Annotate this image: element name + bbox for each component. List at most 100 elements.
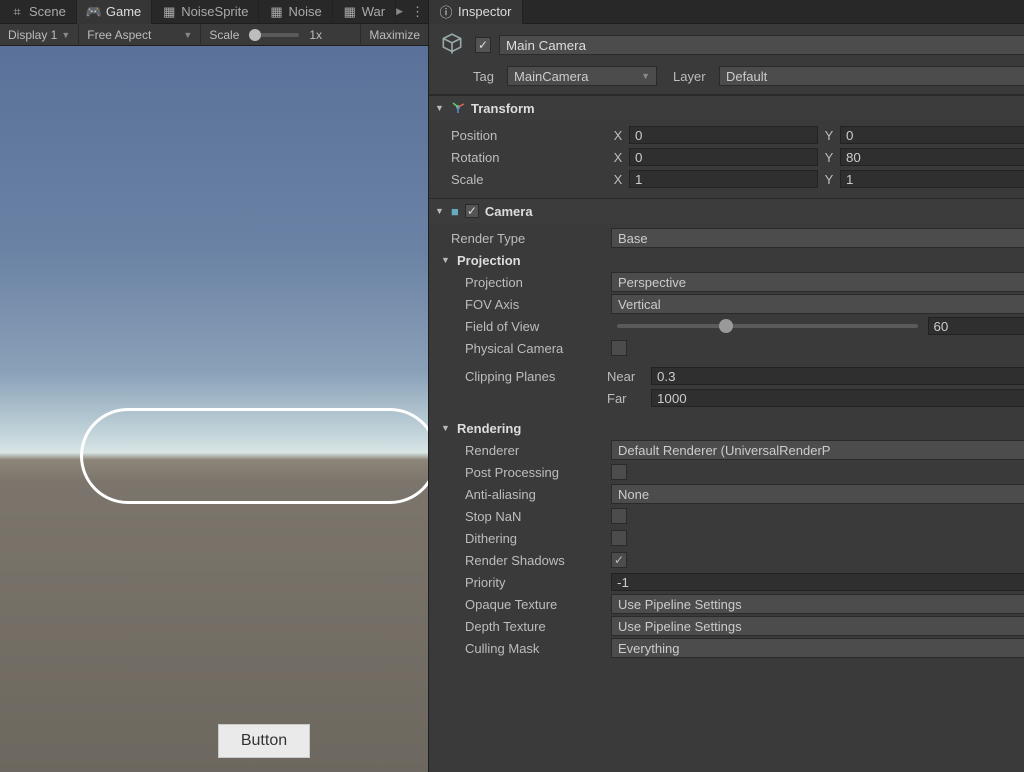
renderer-label: Renderer — [437, 443, 607, 458]
foldout-icon[interactable]: ▼ — [441, 255, 451, 265]
gameobject-icon[interactable] — [437, 30, 467, 60]
tag-dropdown[interactable]: MainCamera ▼ — [507, 66, 657, 86]
rotation-label: Rotation — [437, 150, 607, 165]
priority-label: Priority — [437, 575, 607, 590]
maximize-label: Maximize — [369, 28, 420, 42]
scale-y-field[interactable] — [840, 170, 1024, 188]
tab-menu-icon[interactable]: ⋮ — [407, 4, 428, 20]
priority-field[interactable] — [611, 573, 1024, 591]
culling-mask-label: Culling Mask — [437, 641, 607, 656]
fov-slider[interactable] — [617, 324, 918, 328]
dithering-checkbox[interactable] — [611, 530, 627, 546]
chevron-down-icon: ▼ — [641, 71, 650, 81]
postprocessing-label: Post Processing — [437, 465, 607, 480]
tab-noise[interactable]: ▦ Noise — [259, 0, 332, 24]
component-header[interactable]: ▼ Transform ? ⇄ ⋮ — [429, 96, 1024, 120]
component-title: Transform — [471, 101, 535, 116]
chevron-down-icon: ▼ — [183, 30, 192, 40]
physical-camera-label: Physical Camera — [437, 341, 607, 356]
tab-label: Inspector — [458, 4, 511, 19]
aspect-value: Free Aspect — [87, 28, 151, 42]
slider-thumb[interactable] — [719, 319, 733, 333]
info-icon: ⓘ — [439, 5, 453, 19]
rotation-x-field[interactable] — [629, 148, 818, 166]
scale-slider[interactable]: Scale 1x — [201, 24, 361, 46]
position-label: Position — [437, 128, 607, 143]
foldout-icon[interactable]: ▼ — [441, 423, 451, 433]
tab-war[interactable]: ▦ War — [333, 0, 396, 24]
layer-label: Layer — [673, 69, 713, 84]
scale-thumb[interactable] — [249, 29, 261, 41]
scale-label: Scale — [209, 28, 239, 42]
camera-component: ▼ ■ ✓ Camera ? ⇄ ⋮ Render Type Base ▼ — [429, 198, 1024, 667]
enabled-checkbox[interactable]: ✓ — [465, 204, 479, 218]
position-y-field[interactable] — [840, 126, 1024, 144]
display-value: Display 1 — [8, 28, 57, 42]
tab-overflow-icon[interactable]: ▶ — [396, 6, 403, 17]
culling-mask-dropdown[interactable]: Everything ▼ — [611, 638, 1024, 658]
render-shadows-label: Render Shadows — [437, 553, 607, 568]
tab-label: Game — [106, 4, 141, 19]
tag-value: MainCamera — [514, 69, 588, 84]
near-label: Near — [607, 369, 651, 384]
game-toolbar: Display 1 ▼ Free Aspect ▼ Scale 1x Maxim… — [0, 24, 428, 46]
chevron-down-icon: ▼ — [61, 30, 70, 40]
render-type-label: Render Type — [437, 231, 607, 246]
renderer-dropdown[interactable]: Default Renderer (UniversalRenderP ▼ — [611, 440, 1024, 460]
maximize-button[interactable]: Maximize — [361, 24, 428, 46]
near-field[interactable] — [651, 367, 1024, 385]
component-title: Camera — [485, 204, 533, 219]
scale-label: Scale — [437, 172, 607, 187]
fov-field[interactable] — [928, 317, 1024, 335]
scale-x-field[interactable] — [629, 170, 818, 188]
fov-axis-label: FOV Axis — [437, 297, 607, 312]
ui-outline-capsule — [80, 408, 428, 504]
ui-button-label: Button — [241, 732, 287, 750]
postprocessing-checkbox[interactable] — [611, 464, 627, 480]
game-viewport[interactable]: Button — [0, 46, 428, 772]
opaque-texture-dropdown[interactable]: Use Pipeline Settings ▼ — [611, 594, 1024, 614]
transform-component: ▼ Transform ? ⇄ ⋮ Position X Y — [429, 95, 1024, 198]
x-label: X — [611, 128, 625, 143]
scale-track[interactable] — [249, 33, 299, 37]
depth-texture-dropdown[interactable]: Use Pipeline Settings ▼ — [611, 616, 1024, 636]
component-header[interactable]: ▼ ■ ✓ Camera ? ⇄ ⋮ — [429, 199, 1024, 223]
tab-noisesprite[interactable]: ▦ NoiseSprite — [152, 0, 259, 24]
layer-dropdown[interactable]: Default ▼ — [719, 66, 1024, 86]
render-type-value: Base — [618, 231, 648, 246]
tab-game[interactable]: 🎮 Game — [77, 0, 152, 24]
projection-label: Projection — [437, 275, 607, 290]
tab-label: NoiseSprite — [181, 4, 248, 19]
display-dropdown[interactable]: Display 1 ▼ — [0, 24, 79, 46]
rendering-header: Rendering — [457, 421, 521, 436]
far-label: Far — [607, 391, 651, 406]
foldout-icon[interactable]: ▼ — [435, 206, 445, 216]
tab-inspector[interactable]: ⓘ Inspector — [429, 0, 522, 24]
projection-dropdown[interactable]: Perspective ▼ — [611, 272, 1024, 292]
rotation-y-field[interactable] — [840, 148, 1024, 166]
active-checkbox[interactable]: ✓ — [475, 37, 491, 53]
gameobject-name-field[interactable] — [499, 35, 1024, 55]
scene-icon: ⌗ — [10, 5, 24, 19]
stopnan-label: Stop NaN — [437, 509, 607, 524]
render-type-dropdown[interactable]: Base ▼ — [611, 228, 1024, 248]
tag-label: Tag — [473, 69, 501, 84]
tab-scene[interactable]: ⌗ Scene — [0, 0, 77, 24]
tab-label: War — [362, 4, 385, 19]
layer-value: Default — [726, 69, 767, 84]
game-tab-bar: ⌗ Scene 🎮 Game ▦ NoiseSprite ▦ Noise ▦ W… — [0, 0, 428, 24]
aspect-dropdown[interactable]: Free Aspect ▼ — [79, 24, 201, 46]
antialiasing-dropdown[interactable]: None ▼ — [611, 484, 1024, 504]
physical-camera-checkbox[interactable] — [611, 340, 627, 356]
stopnan-checkbox[interactable] — [611, 508, 627, 524]
position-x-field[interactable] — [629, 126, 818, 144]
foldout-icon[interactable]: ▼ — [435, 103, 445, 113]
render-shadows-checkbox[interactable]: ✓ — [611, 552, 627, 568]
tab-label: Noise — [288, 4, 321, 19]
dithering-label: Dithering — [437, 531, 607, 546]
clipping-planes-label: Clipping Planes — [437, 369, 607, 384]
far-field[interactable] — [651, 389, 1024, 407]
ui-button[interactable]: Button — [218, 724, 310, 758]
game-panel: ⌗ Scene 🎮 Game ▦ NoiseSprite ▦ Noise ▦ W… — [0, 0, 428, 772]
fov-axis-dropdown[interactable]: Vertical ▼ — [611, 294, 1024, 314]
